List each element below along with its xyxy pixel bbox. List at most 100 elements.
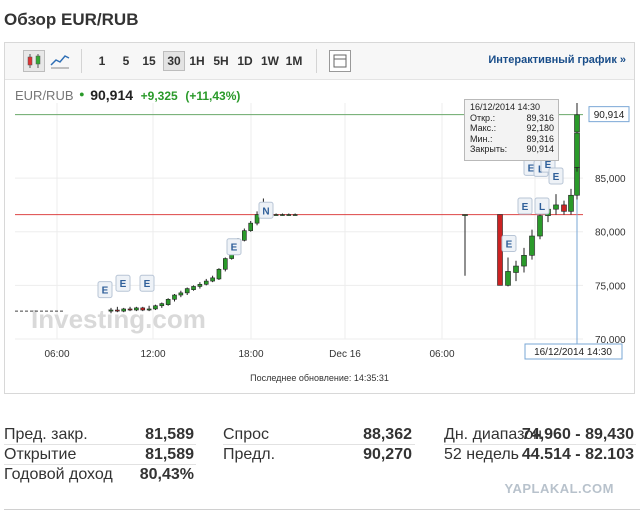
stat-open-label: Открытие [4, 446, 77, 463]
event-marker-label: L [539, 202, 545, 213]
candle [505, 271, 511, 286]
stat-ask-value: 90,270 [363, 446, 412, 463]
candle [115, 309, 120, 312]
candle [197, 283, 203, 287]
candle [184, 288, 190, 294]
event-marker-label: E [231, 243, 238, 254]
event-marker: E [97, 281, 113, 299]
candle [513, 265, 519, 273]
x-tick-label: Dec 16 [329, 349, 361, 360]
stat-bid-value: 88,362 [363, 426, 412, 443]
timeframe-1h[interactable]: 1H [186, 51, 208, 71]
candle [242, 230, 247, 241]
candle [254, 214, 260, 224]
event-marker-label: E [102, 286, 109, 297]
event-marker: E [548, 167, 564, 185]
interactive-chart-link[interactable]: Интерактивный график » [488, 54, 626, 66]
stat-52w-label: 52 недель [444, 446, 519, 463]
candle [191, 286, 196, 290]
event-marker-label: E [506, 240, 513, 251]
candle [248, 222, 253, 231]
toolbar-divider [81, 49, 82, 73]
up-dot-icon: ● [79, 89, 85, 99]
row-divider [223, 444, 415, 445]
candle [537, 215, 543, 237]
candle [574, 132, 580, 168]
stat-annual-return-value: 80,43% [139, 466, 194, 483]
candle [146, 308, 152, 311]
candle [108, 309, 114, 312]
candle [561, 204, 567, 212]
x-tick-label: 06:00 [44, 349, 69, 360]
candle [216, 268, 222, 280]
area-chart-icon[interactable] [49, 50, 71, 72]
candle [529, 235, 535, 256]
event-marker: E [226, 238, 242, 256]
timeframe-1d[interactable]: 1D [234, 51, 256, 71]
tooltip-label: Откр.: [470, 112, 496, 123]
candle [462, 214, 468, 216]
tooltip-row: Макс.: 92,180 [470, 123, 554, 134]
timeframe-1[interactable]: 1 [95, 51, 109, 71]
candle [121, 308, 126, 312]
candle [172, 294, 177, 300]
candle [280, 214, 285, 216]
crosshair-label: 16/12/2014 14:30 [534, 347, 612, 358]
symbol: EUR/RUB [15, 88, 74, 103]
event-marker: E [501, 235, 517, 253]
page-title: Обзор EUR/RUB [4, 10, 139, 29]
candle [574, 114, 580, 133]
toolbar-divider [316, 49, 317, 73]
tooltip-row: Закрыть: 90,914 [470, 144, 554, 155]
tooltip-row: Откр.: 89,316 [470, 113, 554, 124]
stat-prev-close-value: 81,589 [145, 426, 194, 443]
candle [134, 307, 139, 311]
candle [203, 280, 209, 285]
candle [273, 214, 279, 216]
stat-ask-label: Предл. [223, 446, 276, 463]
candlestick-icon[interactable] [23, 50, 45, 72]
site-watermark: YAPLAKAL.COM [504, 481, 614, 496]
timeframe-1w[interactable]: 1W [258, 51, 282, 71]
event-marker-label: E [522, 202, 529, 213]
tooltip-value: 89,316 [526, 112, 554, 123]
stat-bid-label: Спрос [223, 426, 270, 443]
last-update: Последнее обновление: 14:35:31 [250, 373, 389, 383]
y-tick-label: 85,000 [595, 174, 626, 185]
event-marker-label: N [262, 206, 269, 217]
stat-open-value: 81,589 [145, 446, 194, 463]
event-marker: E [115, 274, 131, 292]
y-tick-label: 90,914 [594, 110, 625, 121]
event-marker-label: E [553, 172, 560, 183]
candle [165, 299, 171, 305]
event-marker: E [139, 274, 155, 292]
tooltip-value: 89,316 [526, 133, 554, 144]
timeframe-30[interactable]: 30 [163, 51, 185, 71]
ohlc-tooltip: 16/12/2014 14:30 Откр.: 89,316 Макс.: 92,1… [464, 99, 559, 161]
x-tick-label: 06:00 [429, 349, 454, 360]
candle [178, 292, 184, 296]
bottom-divider [4, 509, 640, 510]
candle [140, 307, 146, 311]
timeframe-1m[interactable]: 1M [283, 51, 305, 71]
tooltip-label: Мин.: [470, 133, 493, 144]
chart-toolbar: 1 5 15 30 1H 5H 1D 1W 1M Интерактивный г… [5, 43, 634, 80]
y-tick-label: 75,000 [595, 281, 626, 292]
timeframe-5h[interactable]: 5H [210, 51, 232, 71]
timeframe-5[interactable]: 5 [119, 51, 133, 71]
tooltip-label: Закрыть: [470, 144, 508, 154]
timeframe-15[interactable]: 15 [139, 51, 159, 71]
candle [153, 305, 158, 310]
candle [568, 194, 574, 212]
event-marker: E [517, 197, 533, 215]
event-marker: N [258, 201, 274, 219]
x-tick-label: 12:00 [140, 349, 165, 360]
price-change-percent: (+11,43%) [185, 89, 241, 103]
event-marker-label: E [120, 279, 127, 290]
settings-panel-icon[interactable] [329, 50, 351, 72]
candle [127, 308, 133, 311]
candle [553, 204, 559, 210]
row-divider [444, 444, 636, 445]
y-tick-label: 80,000 [595, 228, 626, 239]
price-change: +9,325 [140, 89, 178, 103]
